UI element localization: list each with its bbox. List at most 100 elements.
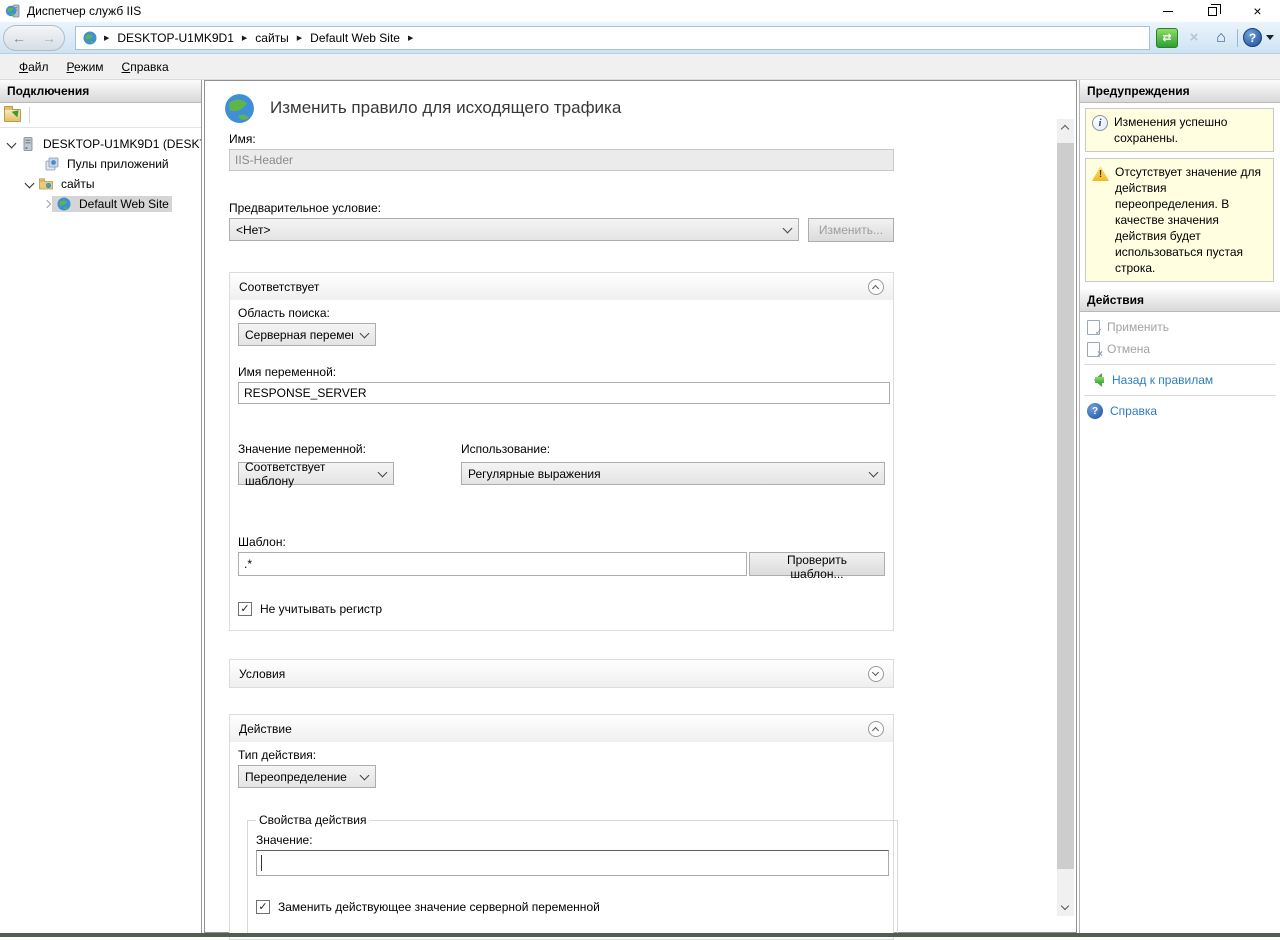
scrollbar-thumb[interactable]: [1057, 143, 1074, 869]
variable-name-label: Имя переменной:: [238, 365, 885, 379]
title-bar: Диспетчер служб IIS ×: [0, 0, 1280, 22]
action-section: Действие Тип действия: Переопределение С…: [229, 714, 894, 940]
restore-button[interactable]: [1190, 0, 1235, 22]
test-pattern-button[interactable]: Проверить шаблон...: [749, 552, 885, 576]
tree-item-sites[interactable]: сайты: [0, 174, 201, 194]
main-content: Изменить правило для исходящего трафика …: [204, 80, 1077, 933]
scroll-down-icon[interactable]: [1057, 899, 1074, 916]
info-alert: i Изменения успешно сохранены.: [1085, 108, 1274, 152]
menu-file[interactable]: Файл: [10, 56, 58, 78]
variable-value-label: Значение переменной:: [238, 442, 461, 456]
chevron-down-icon: [378, 467, 388, 477]
globe-icon: [82, 30, 98, 46]
warning-icon: !: [1092, 166, 1109, 181]
app-pools-icon: [44, 156, 60, 172]
action-section-title: Действие: [239, 722, 292, 736]
action-section-header[interactable]: Действие: [230, 715, 893, 742]
help-dropdown-caret-icon[interactable]: [1266, 35, 1274, 40]
pattern-field[interactable]: [238, 552, 747, 576]
ignore-case-checkbox[interactable]: ✓: [238, 602, 252, 616]
save-connection-icon[interactable]: [4, 109, 21, 122]
expand-icon[interactable]: [42, 199, 52, 209]
restart-icon[interactable]: ⇄: [1156, 28, 1178, 48]
tree-item-label: DESKTOP-U1MK9D1 (DESKTOP: [40, 136, 201, 152]
scope-select[interactable]: Серверная переменн: [238, 323, 376, 346]
apply-label: Применить: [1107, 320, 1169, 334]
right-panel: Предупреждения i Изменения успешно сохра…: [1079, 80, 1280, 933]
using-select[interactable]: Регулярные выражения: [461, 462, 885, 485]
variable-value-select[interactable]: Соответствует шаблону: [238, 462, 394, 485]
variable-name-field[interactable]: [238, 382, 890, 404]
tree-item-app-pools[interactable]: Пулы приложений: [0, 154, 201, 174]
back-to-rules-link[interactable]: Назад к правилам: [1112, 373, 1213, 387]
menu-view[interactable]: Режим: [58, 56, 113, 78]
breadcrumb-item-sites[interactable]: сайты: [251, 31, 293, 45]
vertical-scrollbar[interactable]: [1057, 119, 1074, 916]
connections-toolbar: [0, 103, 201, 128]
help-icon[interactable]: ?: [1243, 28, 1262, 47]
back-icon[interactable]: ←: [12, 31, 26, 45]
collapse-section-icon[interactable]: [868, 721, 884, 737]
collapse-section-icon[interactable]: [868, 279, 884, 295]
action-type-select[interactable]: Переопределение: [238, 765, 376, 788]
connections-panel: Подключения DESKTOP-U1MK9D1 (DESKTOP Пул…: [0, 80, 202, 933]
breadcrumb-arrow-icon: ▶: [293, 34, 306, 42]
edit-precondition-button[interactable]: Изменить...: [808, 218, 894, 242]
address-bar: ← → ▶ DESKTOP-U1MK9D1 ▶ сайты ▶ Default …: [0, 22, 1280, 54]
tree-item-server[interactable]: DESKTOP-U1MK9D1 (DESKTOP: [0, 134, 201, 154]
back-to-rules-action[interactable]: Назад к правилам: [1080, 369, 1280, 391]
menu-help[interactable]: Справка: [113, 56, 178, 78]
chevron-down-icon: [360, 328, 370, 338]
minimize-button[interactable]: [1145, 0, 1190, 22]
replace-value-checkbox[interactable]: ✓: [256, 900, 270, 914]
action-type-label: Тип действия:: [238, 748, 885, 762]
chevron-down-icon: [869, 467, 879, 477]
address-toolbar: ⇄ × ⌂ ?: [1156, 28, 1274, 48]
home-icon[interactable]: ⌂: [1210, 28, 1232, 48]
minimize-icon: [1163, 11, 1173, 12]
apply-action[interactable]: ✓ Применить: [1080, 316, 1280, 338]
actions-list: ✓ Применить × Отмена Назад к правилам ? …: [1080, 312, 1280, 422]
breadcrumb-item-server[interactable]: DESKTOP-U1MK9D1: [113, 31, 237, 45]
nav-buttons: ← →: [3, 25, 65, 51]
action-value-field[interactable]: [256, 850, 889, 876]
selected-tree-item: Default Web Site: [52, 196, 172, 212]
action-properties-legend: Свойства действия: [256, 813, 369, 827]
forward-icon[interactable]: →: [42, 31, 56, 45]
apply-icon: ✓: [1087, 320, 1100, 335]
info-icon: i: [1092, 115, 1108, 131]
sites-folder-icon: [38, 176, 54, 192]
text-cursor: [261, 855, 262, 871]
app-icon: [5, 3, 21, 19]
match-section-header[interactable]: Соответствует: [230, 273, 893, 300]
breadcrumb-arrow-icon: ▶: [238, 34, 251, 42]
name-label: Имя:: [229, 132, 894, 146]
breadcrumb-item-default-web-site[interactable]: Default Web Site: [306, 31, 404, 45]
server-icon: [20, 136, 36, 152]
toolbar-divider: [29, 107, 30, 123]
window-bottom-border: [0, 933, 1280, 937]
stop-icon[interactable]: ×: [1184, 28, 1204, 48]
tree-item-default-web-site[interactable]: Default Web Site: [0, 194, 201, 214]
scroll-up-icon[interactable]: [1057, 119, 1074, 136]
close-button[interactable]: ×: [1235, 0, 1280, 22]
match-section-title: Соответствует: [239, 280, 319, 294]
menu-bar: Файл Режим Справка: [0, 54, 1280, 80]
warning-alert-text: Отсутствует значение для действия переоп…: [1115, 164, 1267, 276]
alerts-header: Предупреждения: [1080, 80, 1280, 103]
breadcrumb[interactable]: ▶ DESKTOP-U1MK9D1 ▶ сайты ▶ Default Web …: [75, 26, 1150, 50]
expand-section-icon[interactable]: [868, 666, 884, 682]
check-icon: ✓: [258, 901, 267, 913]
collapse-icon[interactable]: [6, 139, 16, 149]
collapse-icon[interactable]: [24, 179, 34, 189]
conditions-section-header[interactable]: Условия: [230, 660, 893, 687]
precondition-select[interactable]: <Нет>: [229, 218, 799, 241]
help-link[interactable]: Справка: [1110, 404, 1157, 418]
cancel-action[interactable]: × Отмена: [1080, 338, 1280, 360]
warning-alert: ! Отсутствует значение для действия пере…: [1085, 158, 1274, 282]
help-action[interactable]: ? Справка: [1080, 400, 1280, 422]
name-field[interactable]: [229, 149, 894, 171]
tree-item-label: сайты: [58, 176, 98, 192]
chevron-down-icon: [360, 770, 370, 780]
help-icon: ?: [1087, 403, 1103, 419]
